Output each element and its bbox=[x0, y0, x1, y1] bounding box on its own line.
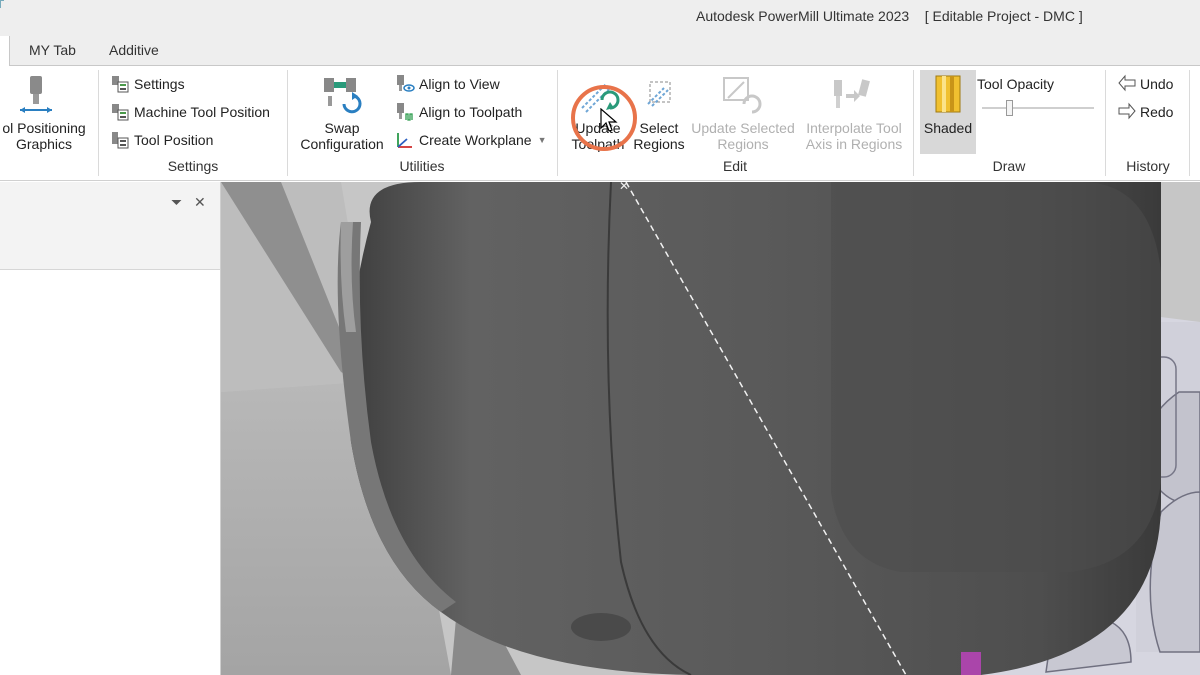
shaded-button[interactable]: Shaded bbox=[920, 70, 976, 154]
undo-label: Undo bbox=[1140, 76, 1174, 92]
update-selected-regions-label-2: Regions bbox=[717, 136, 769, 152]
settings-button[interactable]: Settings bbox=[110, 72, 185, 96]
select-regions-label-2: Regions bbox=[633, 136, 685, 152]
graphics-viewport[interactable]: ✕ bbox=[221, 182, 1200, 675]
window-title: Autodesk PowerMill Ultimate 2023 [ Edita… bbox=[696, 8, 1083, 24]
tool-positioning-graphics-button[interactable]: ol Positioning Graphics bbox=[0, 70, 96, 154]
align-to-view-icon bbox=[395, 74, 415, 94]
svg-text:✕: ✕ bbox=[619, 182, 629, 193]
utilities-group-label: Utilities bbox=[399, 158, 445, 174]
tab-my-tab[interactable]: MY Tab bbox=[29, 42, 76, 58]
update-selected-regions-label-1: Update Selected bbox=[691, 120, 795, 136]
tool-position-button[interactable]: Tool Position bbox=[110, 128, 213, 152]
redo-arrow-icon bbox=[1118, 102, 1136, 122]
draw-group-label: Draw bbox=[992, 158, 1026, 174]
swap-configuration-button[interactable]: Swap Configuration bbox=[294, 70, 390, 154]
align-to-view-label: Align to View bbox=[419, 76, 500, 92]
tool-positioning-label-2: Graphics bbox=[15, 136, 73, 152]
create-workplane-label: Create Workplane bbox=[419, 132, 532, 148]
align-to-view-button[interactable]: Align to View bbox=[395, 72, 500, 96]
settings-icon bbox=[110, 74, 130, 94]
update-selected-regions-button[interactable]: Update Selected Regions bbox=[690, 70, 796, 154]
swap-configuration-label-1: Swap bbox=[324, 120, 360, 136]
group-separator bbox=[98, 70, 99, 176]
tool-opacity-label: Tool Opacity bbox=[977, 76, 1055, 92]
redo-button[interactable]: Redo bbox=[1118, 100, 1173, 124]
update-selected-regions-icon bbox=[723, 77, 762, 114]
align-to-toolpath-icon bbox=[395, 102, 415, 122]
tool-positioning-label-1: ol Positioning bbox=[2, 120, 86, 136]
tool-position-label: Tool Position bbox=[134, 132, 214, 148]
settings-label: Settings bbox=[134, 76, 185, 92]
align-to-toolpath-button[interactable]: Align to Toolpath bbox=[395, 100, 522, 124]
mouse-cursor-icon bbox=[600, 108, 618, 132]
window-corner bbox=[0, 0, 4, 8]
workplane-axes-icon bbox=[395, 130, 415, 150]
undo-arrow-icon bbox=[1118, 74, 1136, 94]
group-separator bbox=[1189, 70, 1190, 176]
explorer-panel-header: ⏷ ✕ bbox=[0, 182, 220, 270]
undo-button[interactable]: Undo bbox=[1118, 72, 1173, 96]
tab-additive[interactable]: Additive bbox=[109, 42, 159, 58]
tool-position-icon bbox=[110, 130, 130, 150]
panel-dropdown-icon[interactable]: ⏷ bbox=[171, 194, 182, 211]
tool-positioning-icon bbox=[20, 76, 52, 113]
interpolate-tool-axis-label-2: Axis in Regions bbox=[805, 136, 903, 152]
interpolate-tool-axis-icon bbox=[834, 79, 870, 108]
machine-3d-view: ✕ bbox=[221, 182, 1200, 675]
explorer-panel: ⏷ ✕ bbox=[0, 182, 221, 675]
create-workplane-button[interactable]: Create Workplane ▼ bbox=[395, 128, 547, 152]
interpolate-tool-axis-button[interactable]: Interpolate Tool Axis in Regions bbox=[800, 70, 908, 154]
select-regions-icon bbox=[647, 81, 671, 107]
swap-configuration-label-2: Configuration bbox=[300, 136, 384, 152]
chevron-down-icon[interactable]: ▼ bbox=[538, 135, 547, 145]
settings-group-label: Settings bbox=[167, 158, 219, 174]
panel-close-icon[interactable]: ✕ bbox=[194, 194, 206, 211]
shaded-label: Shaded bbox=[923, 120, 973, 136]
title-bar: Autodesk PowerMill Ultimate 2023 [ Edita… bbox=[0, 0, 1200, 36]
tab-active-stub[interactable] bbox=[0, 36, 10, 67]
machine-tool-position-button[interactable]: Machine Tool Position bbox=[110, 100, 270, 124]
align-to-toolpath-label: Align to Toolpath bbox=[419, 104, 523, 120]
machine-tool-position-icon bbox=[110, 102, 130, 122]
tool-opacity-slider[interactable] bbox=[982, 100, 1094, 116]
history-group-label: History bbox=[1126, 158, 1170, 174]
interpolate-tool-axis-label-1: Interpolate Tool bbox=[806, 120, 902, 136]
swap-configuration-icon bbox=[324, 78, 362, 114]
machine-tool-position-label: Machine Tool Position bbox=[134, 104, 270, 120]
slider-thumb[interactable] bbox=[1006, 100, 1013, 116]
select-regions-button[interactable]: Select Regions bbox=[628, 70, 690, 154]
redo-label: Redo bbox=[1140, 104, 1174, 120]
slider-track bbox=[982, 107, 1094, 109]
ribbon-tab-bar: MY Tab Additive bbox=[0, 36, 1200, 67]
shaded-tool-icon bbox=[935, 75, 961, 113]
edit-group-label: Edit bbox=[722, 158, 748, 174]
